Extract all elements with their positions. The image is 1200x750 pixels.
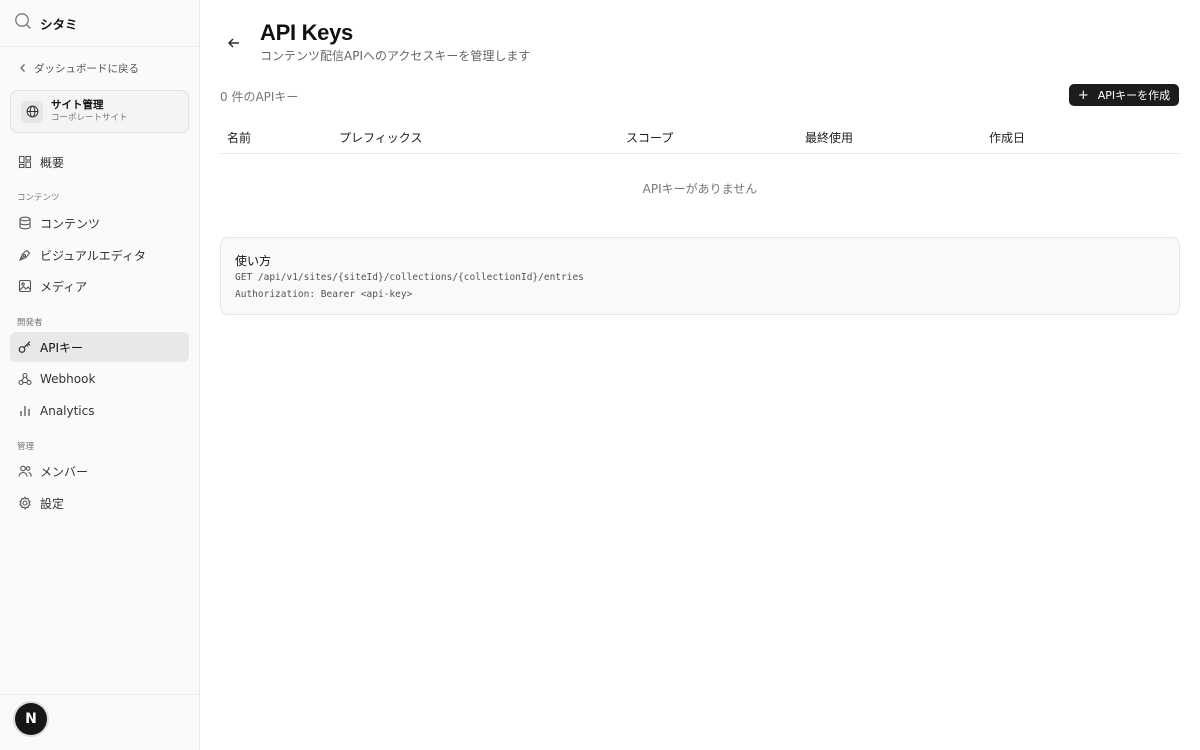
plus-icon: + [1077, 87, 1089, 103]
sidebar-item-label: 設定 [40, 496, 65, 511]
sidebar-item-label: APIキー [40, 340, 83, 355]
sidebar-item-label: ビジュアルエディタ [40, 248, 146, 263]
api-key-count: 0 件のAPIキー [220, 90, 299, 104]
webhook-icon [18, 372, 32, 386]
site-subtitle: コーポレートサイト [51, 113, 128, 123]
section-label-content: コンテンツ [17, 193, 60, 203]
chevron-left-icon [20, 64, 25, 72]
create-button-label: APIキーを作成 [1097, 89, 1171, 102]
sidebar-item-label: メディア [40, 279, 88, 294]
sidebar-item-settings[interactable]: 設定 [10, 488, 189, 518]
sidebar-item-label: Webhook [40, 372, 96, 386]
sidebar-item-overview[interactable]: 概要 [10, 147, 189, 177]
sidebar-item-label: Analytics [40, 404, 95, 418]
usage-code-line: GET /api/v1/sites/{siteId}/collections/{… [235, 272, 584, 283]
create-api-key-button[interactable]: + APIキーを作成 [1069, 84, 1179, 106]
column-header-prefix[interactable]: プレフィックス [339, 129, 422, 146]
search-icon[interactable] [14, 12, 32, 34]
users-icon [18, 465, 32, 477]
back-to-dashboard-link[interactable]: ダッシュボードに戻る [18, 60, 139, 76]
back-link-label: ダッシュボードに戻る [34, 62, 139, 75]
arrow-left-icon[interactable] [226, 35, 242, 51]
sidebar-item-visual-editor[interactable]: ビジュアルエディタ [10, 240, 189, 270]
table-header: 名前 プレフィックス スコープ 最終使用 作成日 [220, 121, 1180, 154]
app-name: シタミ [40, 16, 78, 32]
column-header-created[interactable]: 作成日 [989, 129, 1025, 146]
bar-chart-icon [20, 406, 30, 416]
site-switcher[interactable]: サイト管理 コーポレートサイト [10, 90, 189, 133]
globe-icon [21, 100, 43, 123]
brand: シタミ [0, 0, 199, 47]
sidebar: シタミ ダッシュボードに戻る サイト管理 コーポレートサイト 概要 コンテンツ … [0, 0, 200, 750]
sidebar-item-label: コンテンツ [40, 216, 101, 231]
sidebar-item-analytics[interactable]: Analytics [10, 396, 189, 426]
database-icon [19, 216, 31, 230]
section-label-developer: 開発者 [17, 318, 43, 328]
usage-title: 使い方 [235, 254, 272, 268]
key-icon [18, 341, 31, 353]
sidebar-item-webhook[interactable]: Webhook [10, 364, 189, 394]
section-label-admin: 管理 [17, 442, 35, 452]
pen-tool-icon [18, 249, 31, 262]
column-header-name[interactable]: 名前 [227, 129, 251, 146]
usage-code-line: Authorization: Bearer <api-key> [235, 289, 413, 300]
avatar[interactable]: N [15, 703, 47, 735]
sidebar-item-label: メンバー [40, 464, 89, 479]
usage-card: 使い方 GET /api/v1/sites/{siteId}/collectio… [220, 237, 1180, 315]
sidebar-item-contents[interactable]: コンテンツ [10, 208, 189, 238]
column-header-last-used[interactable]: 最終使用 [805, 129, 853, 146]
sidebar-item-api-keys[interactable]: APIキー [10, 332, 189, 362]
image-icon [18, 279, 32, 293]
page-title: API Keys [260, 20, 353, 45]
page-subtitle: コンテンツ配信APIへのアクセスキーを管理します [260, 49, 531, 63]
dashboard-grid-icon [18, 155, 32, 169]
gear-icon [19, 496, 31, 510]
sidebar-item-media[interactable]: メディア [10, 271, 189, 301]
site-title: サイト管理 [51, 99, 104, 111]
sidebar-item-label: 概要 [40, 155, 65, 170]
empty-state-text: APIキーがありません [642, 182, 758, 196]
sidebar-item-members[interactable]: メンバー [10, 456, 189, 486]
column-header-scope[interactable]: スコープ [626, 129, 673, 146]
